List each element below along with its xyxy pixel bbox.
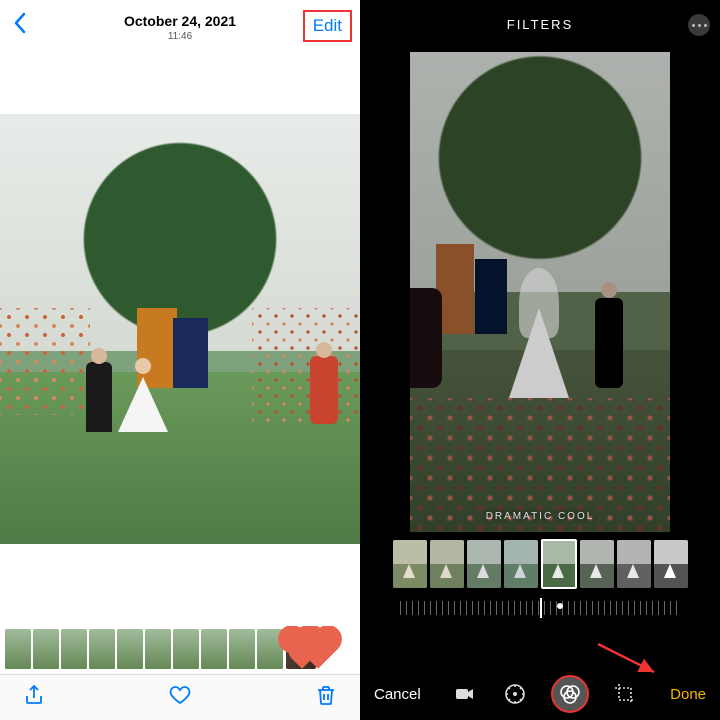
thumbnail[interactable]: [173, 629, 199, 669]
video-icon: [453, 682, 477, 706]
filter-option[interactable]: [393, 540, 427, 588]
photo-toolbar: [0, 674, 360, 720]
adjust-button[interactable]: [501, 680, 529, 708]
thumbnail[interactable]: [229, 629, 255, 669]
filter-option[interactable]: [654, 540, 688, 588]
crop-button[interactable]: [611, 680, 639, 708]
edit-mode-title: FILTERS: [507, 17, 574, 32]
filters-tab-button[interactable]: [551, 675, 589, 713]
filter-option[interactable]: [580, 540, 614, 588]
thumbnail[interactable]: [89, 629, 115, 669]
photo-edit-screen: FILTERS DRAMATIC COOL: [360, 0, 720, 720]
chevron-left-icon: [12, 12, 28, 34]
thumbnail[interactable]: [145, 629, 171, 669]
main-photo[interactable]: [0, 114, 360, 544]
photo-header: October 24, 2021 11:46 Edit: [0, 0, 360, 54]
photo-thumbnail-strip[interactable]: [0, 626, 360, 672]
hearts-overlay: [294, 635, 326, 663]
filter-option-selected[interactable]: [541, 539, 577, 589]
thumbnail[interactable]: [5, 629, 31, 669]
thumbnail[interactable]: [201, 629, 227, 669]
share-button[interactable]: [22, 683, 46, 712]
trash-icon: [314, 683, 338, 707]
share-icon: [22, 683, 46, 707]
video-button[interactable]: [451, 680, 479, 708]
photo-time: 11:46: [124, 31, 236, 42]
photo-title: October 24, 2021 11:46: [124, 13, 236, 42]
edit-photo-preview[interactable]: DRAMATIC COOL: [410, 52, 670, 532]
filters-icon: [558, 682, 582, 706]
edit-tool-group: [451, 675, 639, 713]
thumbnail[interactable]: [61, 629, 87, 669]
more-button[interactable]: [688, 14, 710, 36]
filter-option[interactable]: [467, 540, 501, 588]
adjust-icon: [503, 682, 527, 706]
heart-icon: [168, 683, 192, 707]
edit-toolbar: Cancel Done: [360, 668, 720, 720]
crop-icon: [613, 682, 637, 706]
thumbnail[interactable]: [117, 629, 143, 669]
cancel-button[interactable]: Cancel: [374, 686, 421, 703]
filter-option[interactable]: [617, 540, 651, 588]
photo-viewer-screen: October 24, 2021 11:46 Edit: [0, 0, 360, 720]
done-button[interactable]: Done: [670, 686, 706, 703]
filter-option[interactable]: [504, 540, 538, 588]
photo-date: October 24, 2021: [124, 13, 236, 29]
filter-name-label: DRAMATIC COOL: [486, 511, 595, 522]
filter-option[interactable]: [430, 540, 464, 588]
thumbnail[interactable]: [33, 629, 59, 669]
filter-intensity-slider[interactable]: [360, 596, 720, 620]
filter-thumbnails: [360, 538, 720, 590]
edit-button[interactable]: Edit: [303, 10, 352, 42]
delete-button[interactable]: [314, 683, 338, 712]
favorite-button[interactable]: [168, 683, 192, 712]
edit-header: FILTERS: [360, 0, 720, 48]
back-button[interactable]: [12, 12, 28, 39]
